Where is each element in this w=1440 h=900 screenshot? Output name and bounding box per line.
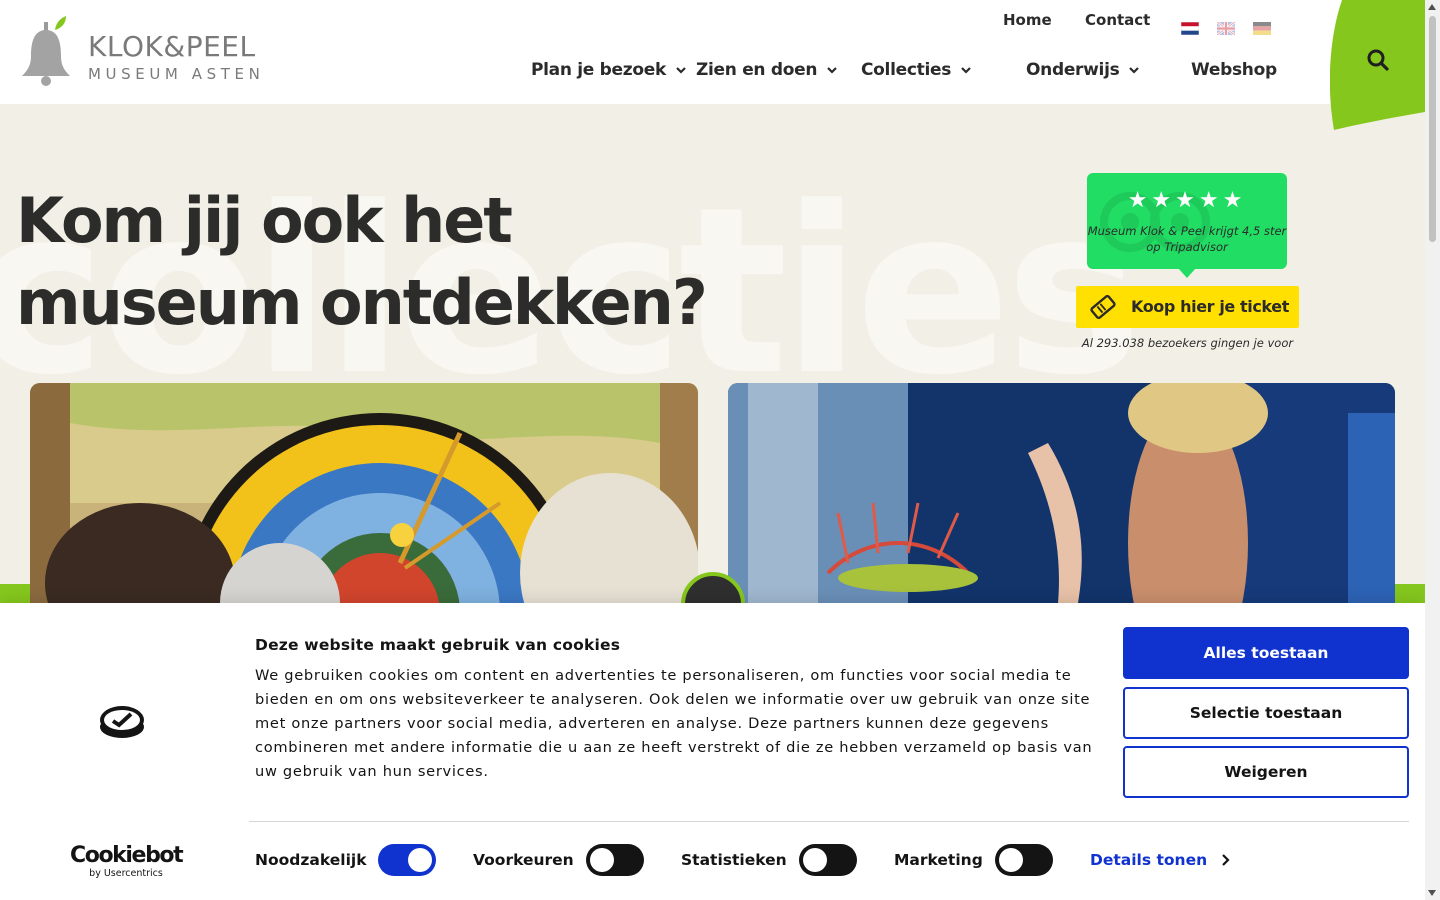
site-header: KLOK&PEEL MUSEUM ASTEN Home Contact Plan… [0, 0, 1425, 130]
nav-plan-je-bezoek[interactable]: Plan je bezoek [531, 60, 688, 80]
allow-selection-button[interactable]: Selectie toestaan [1123, 687, 1409, 739]
top-nav-home[interactable]: Home [1003, 11, 1052, 29]
hero-title: Kom jij ook het museum ontdekken? [16, 184, 708, 339]
nav-item-label: Webshop [1191, 60, 1277, 80]
nav-item-label: Collecties [861, 60, 952, 80]
astronomical-clock-image[interactable] [30, 383, 698, 603]
chevron-down-icon [827, 67, 837, 74]
nav-item-label: Onderwijs [1026, 60, 1120, 80]
chevron-down-icon [961, 67, 971, 74]
cookiebot-logo[interactable]: Cookiebot by Usercentrics [70, 843, 184, 880]
logo-name: KLOK&PEEL [88, 30, 256, 63]
toggle-label-marketing: Marketing [894, 851, 983, 869]
cookiebot-badge-icon [100, 706, 144, 738]
toggle-knob [590, 848, 614, 872]
carnivorous-plant-image[interactable] [728, 383, 1395, 603]
tripadvisor-badge[interactable]: ★★★★★ Museum Klok & Peel krijgt 4,5 ster… [1087, 173, 1287, 269]
buy-ticket-label: Koop hier je ticket [1131, 297, 1289, 316]
toggle-knob [408, 848, 432, 872]
scroll-up-arrow-icon[interactable] [1428, 4, 1436, 10]
search-icon[interactable] [1366, 48, 1390, 72]
nav-zien-en-doen[interactable]: Zien en doen [696, 60, 839, 80]
nav-onderwijs[interactable]: Onderwijs [1026, 60, 1141, 80]
buy-ticket-button[interactable]: Koop hier je ticket [1076, 286, 1299, 328]
toggle-label-voorkeuren: Voorkeuren [473, 851, 574, 869]
top-nav-contact[interactable]: Contact [1085, 11, 1150, 29]
deny-button[interactable]: Weigeren [1123, 746, 1409, 798]
chevron-down-icon [676, 67, 686, 74]
nav-webshop[interactable]: Webshop [1191, 60, 1277, 80]
green-strip-right [1393, 584, 1425, 604]
cookie-banner: Deze website maakt gebruik van cookies W… [0, 603, 1425, 900]
site-logo[interactable]: KLOK&PEEL MUSEUM ASTEN [20, 16, 264, 86]
bell-logo-icon [22, 16, 70, 86]
allow-all-button[interactable]: Alles toestaan [1123, 627, 1409, 679]
flag-nl-icon[interactable] [1181, 22, 1199, 35]
toggle-label-noodzakelijk: Noodzakelijk [255, 851, 367, 869]
toggle-statistieken[interactable] [799, 844, 857, 876]
toggle-noodzakelijk[interactable] [378, 844, 436, 876]
toggle-label-statistieken: Statistieken [681, 851, 787, 869]
logo-subtitle: MUSEUM ASTEN [88, 65, 265, 83]
chevron-right-icon [1222, 854, 1230, 866]
rating-stars-icon: ★★★★★ [1127, 187, 1247, 212]
plant-photo [728, 383, 1395, 603]
tripadvisor-text: Museum Klok & Peel krijgt 4,5 ster op Tr… [1087, 224, 1287, 254]
chevron-down-icon [1129, 67, 1140, 74]
cookie-divider [249, 821, 1409, 822]
show-details-label: Details tonen [1090, 851, 1208, 869]
cookiebot-sub: by Usercentrics [89, 868, 163, 879]
language-switcher [1181, 22, 1271, 35]
toggle-knob [999, 848, 1023, 872]
page-scrollbar[interactable] [1425, 0, 1440, 900]
nav-collecties[interactable]: Collecties [861, 60, 973, 80]
cookie-title: Deze website maakt gebruik van cookies [255, 636, 621, 654]
scrollbar-thumb[interactable] [1429, 16, 1436, 242]
scroll-down-arrow-icon[interactable] [1428, 890, 1436, 896]
show-details-link[interactable]: Details tonen [1090, 851, 1231, 869]
clock-photo [30, 383, 698, 603]
ticket-icon [1090, 295, 1116, 319]
nav-item-label: Zien en doen [696, 60, 818, 80]
toggle-marketing[interactable] [995, 844, 1053, 876]
green-strip-left [0, 584, 32, 604]
toggle-knob [803, 848, 827, 872]
flag-gb-icon[interactable] [1217, 22, 1235, 35]
visitor-count: Al 293.038 bezoekers gingen je voor [1081, 336, 1294, 350]
cookie-description: We gebruiken cookies om content en adver… [255, 667, 1093, 780]
toggle-voorkeuren[interactable] [586, 844, 644, 876]
nav-item-label: Plan je bezoek [531, 60, 666, 80]
flag-de-icon[interactable] [1253, 22, 1271, 35]
badge-pointer [1178, 268, 1196, 278]
cookiebot-name: Cookiebot [70, 843, 184, 868]
main-nav: Plan je bezoek Zien en doen Collecties O… [531, 60, 1291, 86]
